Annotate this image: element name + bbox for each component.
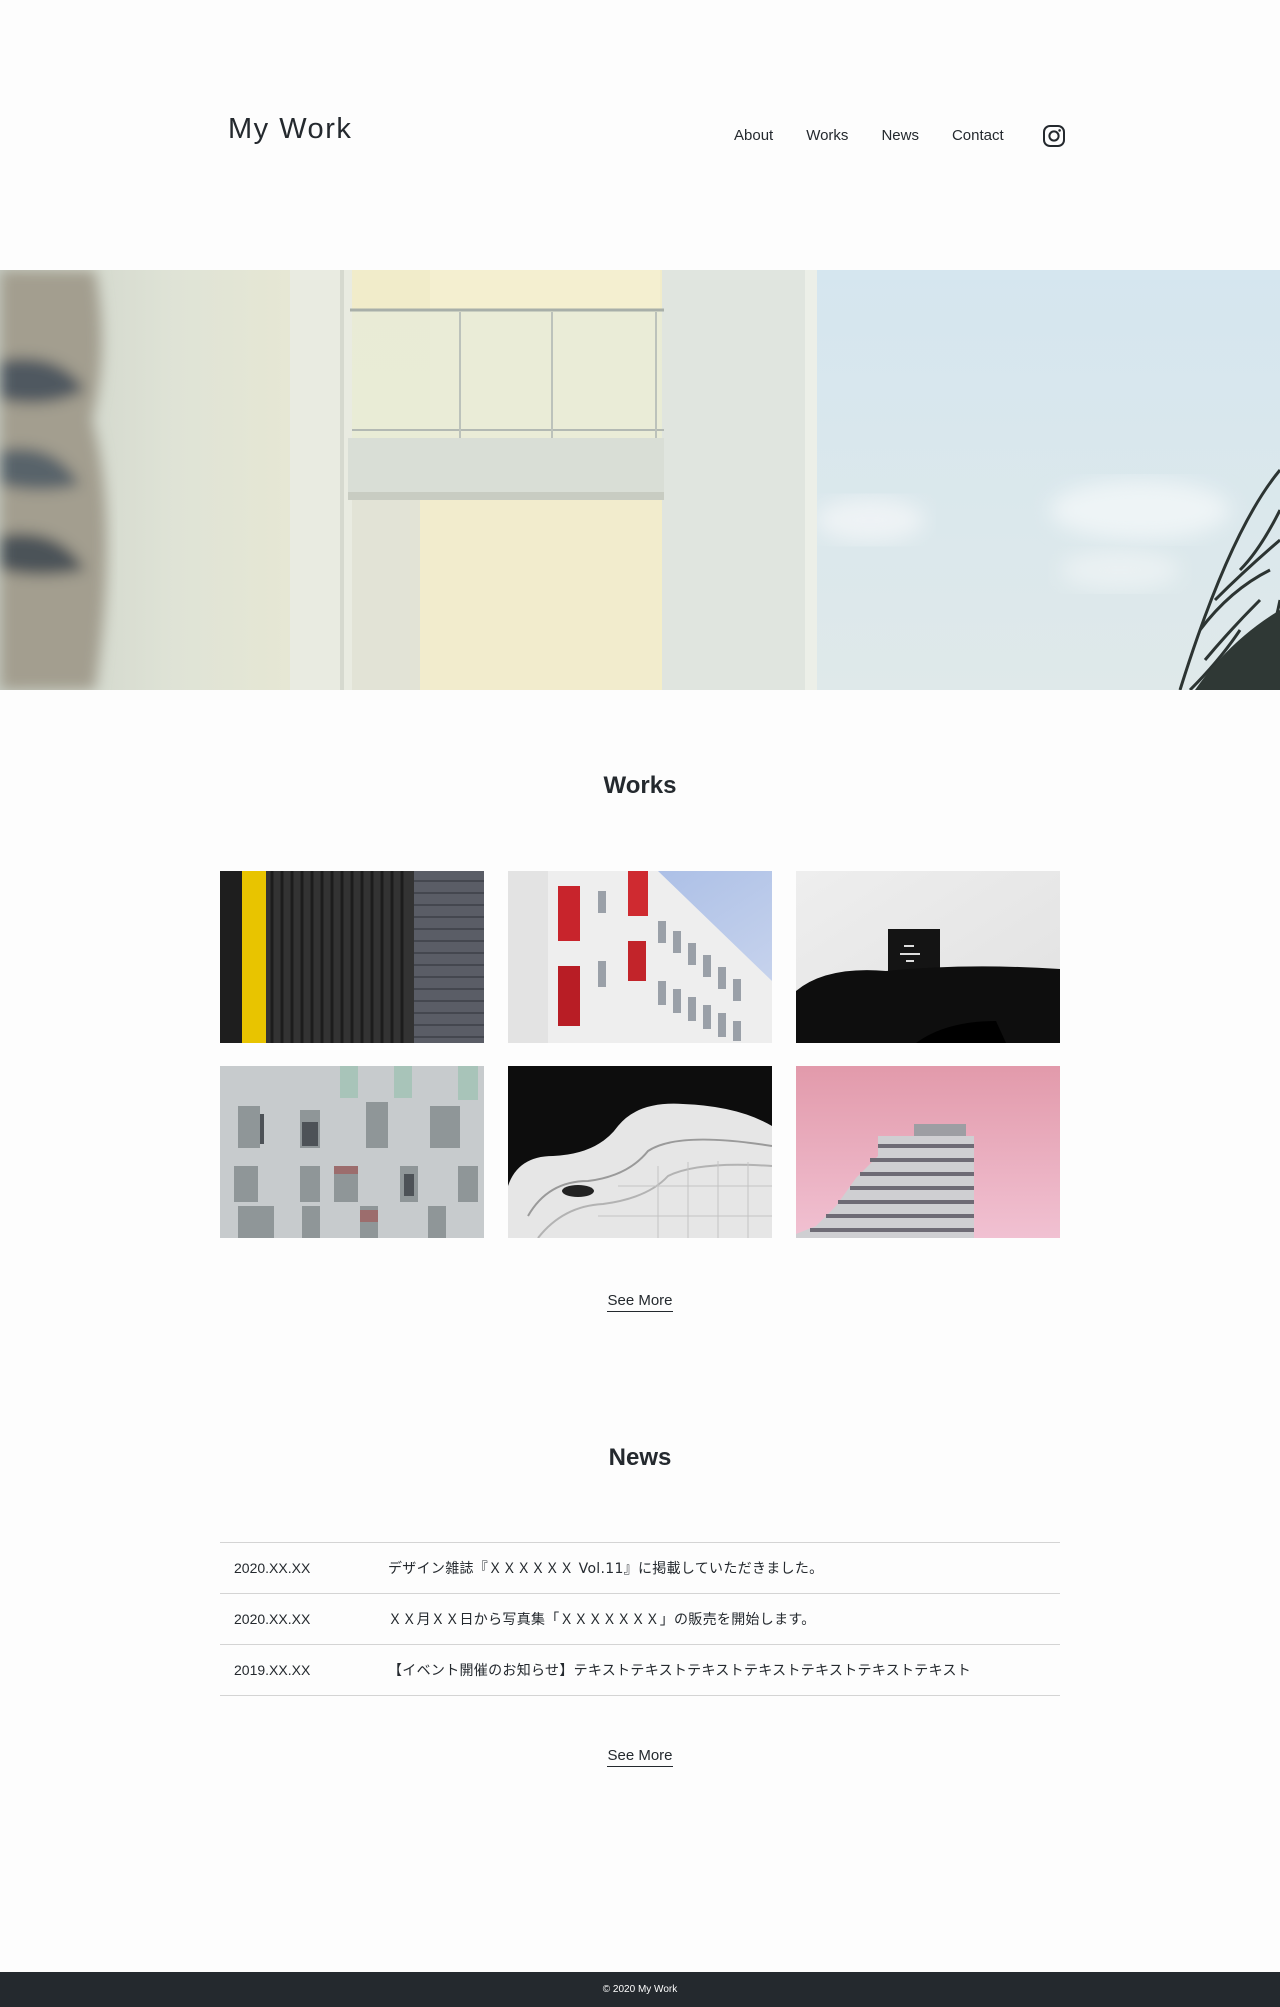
hero-image xyxy=(0,270,1280,690)
news-item[interactable]: 2019.XX.XX 【イベント開催のお知らせ】テキストテキストテキストテキスト… xyxy=(220,1645,1060,1696)
news-text: 【イベント開催のお知らせ】テキストテキストテキストテキストテキストテキストテキス… xyxy=(388,1663,972,1679)
page: My Work About Works News Contact Works S… xyxy=(0,0,1280,2007)
work-thumbnail[interactable] xyxy=(796,1066,1060,1238)
site-footer: © 2020 My Work xyxy=(0,1972,1280,2007)
work-thumbnail[interactable] xyxy=(508,1066,772,1238)
main-nav: About Works News Contact xyxy=(734,123,1066,148)
news-date: 2020.XX.XX xyxy=(234,1560,311,1576)
news-date: 2019.XX.XX xyxy=(234,1662,311,1678)
nav-link-contact[interactable]: Contact xyxy=(952,127,1004,144)
copyright-text: © 2020 My Work xyxy=(602,1984,678,1995)
news-see-more: See More xyxy=(0,1747,1280,1767)
work-thumbnail[interactable] xyxy=(508,871,772,1043)
site-header: My Work About Works News Contact xyxy=(0,0,1280,270)
news-date: 2020.XX.XX xyxy=(234,1611,311,1627)
instagram-icon[interactable] xyxy=(1042,124,1066,148)
works-see-more-link[interactable]: See More xyxy=(607,1292,673,1312)
nav-link-news[interactable]: News xyxy=(881,127,919,144)
news-item[interactable]: 2020.XX.XX ＸＸ月ＸＸ日から写真集「ＸＸＸＸＸＸＸ」の販売を開始します… xyxy=(220,1594,1060,1645)
news-text: ＸＸ月ＸＸ日から写真集「ＸＸＸＸＸＸＸ」の販売を開始します。 xyxy=(388,1612,816,1628)
news-text: デザイン雑誌『ＸＸＸＸＸＸ Vol.11』に掲載していただきました。 xyxy=(388,1561,824,1577)
works-see-more: See More xyxy=(0,1292,1280,1312)
news-item[interactable]: 2020.XX.XX デザイン雑誌『ＸＸＸＸＸＸ Vol.11』に掲載していただ… xyxy=(220,1543,1060,1594)
site-logo[interactable]: My Work xyxy=(228,113,352,146)
work-thumbnail[interactable] xyxy=(796,871,1060,1043)
news-see-more-link[interactable]: See More xyxy=(607,1747,673,1767)
works-section-title: Works xyxy=(603,772,677,799)
work-thumbnail[interactable] xyxy=(220,1066,484,1238)
nav-link-about[interactable]: About xyxy=(734,127,773,144)
news-section-title: News xyxy=(608,1444,672,1471)
nav-link-works[interactable]: Works xyxy=(806,127,848,144)
news-list: 2020.XX.XX デザイン雑誌『ＸＸＸＸＸＸ Vol.11』に掲載していただ… xyxy=(220,1542,1060,1696)
works-grid xyxy=(220,871,1061,1238)
work-thumbnail[interactable] xyxy=(220,871,484,1043)
